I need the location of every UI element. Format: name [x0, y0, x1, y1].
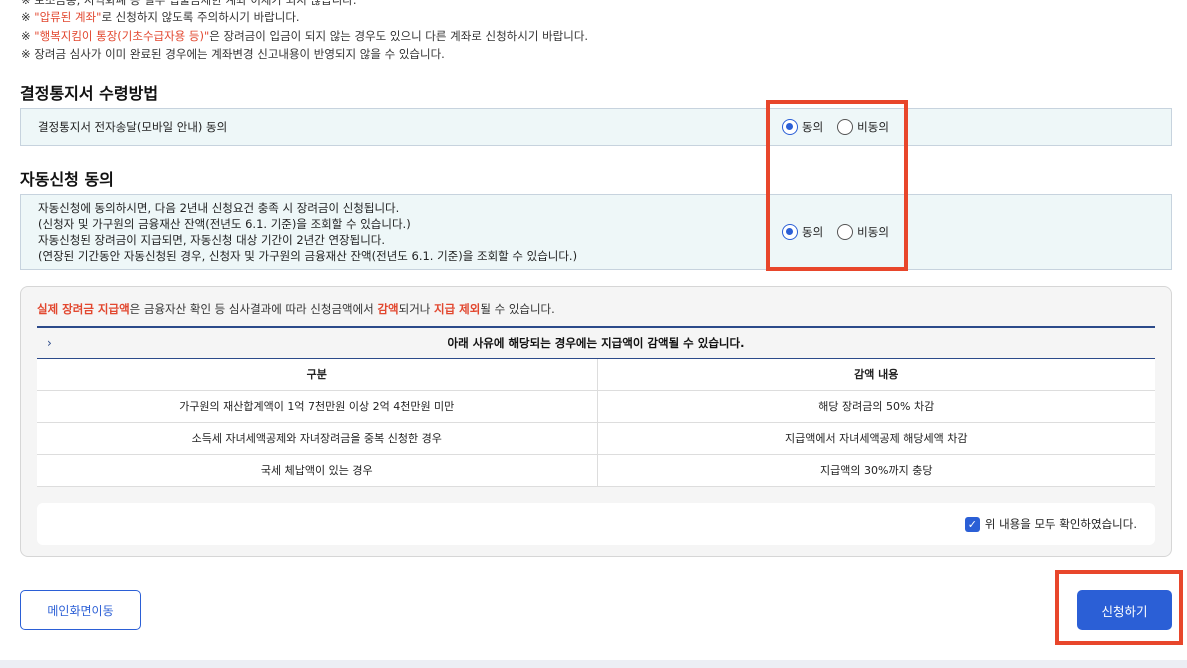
auto-desc-line: (신청자 및 가구원의 금융재산 잔액(전년도 6.1. 기준)을 조회할 수 … — [38, 217, 411, 231]
reduction-table-caption-text: 아래 사유에 해당되는 경우에는 지급액이 감액될 수 있습니다. — [447, 336, 745, 350]
table-cell-reason: 가구원의 재산합계액이 1억 7천만원 이상 2억 4천만원 미만 — [37, 390, 598, 423]
column-header-reduction: 감액 내용 — [597, 359, 1155, 391]
auto-consent-description: 자동신청에 동의하시면, 다음 2년내 신청요건 충족 시 장려금이 신청됩니다… — [21, 200, 766, 264]
table-cell-reason: 소득세 자녀세액공제와 자녀장려금을 중복 신청한 경우 — [37, 422, 598, 455]
reduction-info-heading: 실제 장려금 지급액은 금융자산 확인 등 심사결과에 따라 신청금액에서 감액… — [37, 301, 555, 317]
notice-prefix: ※ — [21, 29, 35, 43]
auto-desc-line: (연장된 기간동안 자동신청된 경우, 신청자 및 가구원의 금융재산 잔액(전… — [38, 249, 578, 263]
consent-highlight-box — [766, 100, 908, 271]
notice-line-1: ※ "압류된 계좌"로 신청하지 않도록 주의하시기 바랍니다. — [21, 9, 300, 25]
apply-highlight-box — [1055, 570, 1183, 645]
notice-text: 은 장려금이 입금이 되지 않는 경우도 있으니 다른 계좌로 신청하시기 바랍… — [209, 29, 589, 43]
reduction-info-panel: 실제 장려금 지급액은 금융자산 확인 등 심사결과에 따라 신청금액에서 감액… — [20, 286, 1172, 557]
table-row: 소득세 자녀세액공제와 자녀장려금을 중복 신청한 경우 지급액에서 자녀세액공… — [37, 422, 1155, 455]
table-cell-reason: 국세 체납액이 있는 경우 — [37, 454, 598, 487]
decision-consent-label: 결정통지서 전자송달(모바일 안내) 동의 — [38, 120, 228, 134]
confirm-box: ✓ 위 내용을 모두 확인하였습니다. — [37, 503, 1155, 545]
table-row: 국세 체납액이 있는 경우 지급액의 30%까지 충당 — [37, 454, 1155, 487]
table-header-row: 구분 감액 내용 — [37, 359, 1155, 391]
checkbox-checked-icon[interactable]: ✓ — [964, 516, 980, 532]
notice-line-2: ※ "행복지킴이 통장(기초수급자용 등)"은 장려금이 입금이 되지 않는 경… — [21, 28, 588, 44]
notice-highlight: "압류된 계좌" — [34, 10, 102, 24]
table-cell-detail: 지급액에서 자녀세액공제 해당세액 차감 — [597, 422, 1155, 455]
table-cell-detail: 지급액의 30%까지 충당 — [597, 454, 1155, 487]
reduction-table: › 아래 사유에 해당되는 경우에는 지급액이 감액될 수 있습니다. 구분 감… — [37, 326, 1155, 487]
confirm-checkbox[interactable]: ✓ 위 내용을 모두 확인하였습니다. — [964, 516, 1137, 532]
auto-consent-row: 자동신청에 동의하시면, 다음 2년내 신청요건 충족 시 장려금이 신청됩니다… — [20, 194, 1172, 270]
info-text: 은 금융자산 확인 등 심사결과에 따라 신청금액에서 — [129, 302, 378, 316]
info-highlight: 실제 장려금 지급액 — [37, 302, 130, 316]
column-header-category: 구분 — [37, 359, 598, 391]
decision-consent-row: 결정통지서 전자송달(모바일 안내) 동의 동의 비동의 — [20, 108, 1172, 146]
notice-prefix: ※ — [21, 10, 35, 24]
notice-line-0: ※ 보조금통, 지역화폐 등 일부 입출금제한 계좌 이체가 되지 않습니다. — [21, 0, 357, 7]
chevron-right-icon[interactable]: › — [47, 336, 52, 350]
auto-desc-line: 자동신청에 동의하시면, 다음 2년내 신청요건 충족 시 장려금이 신청됩니다… — [38, 201, 400, 215]
footer-strip — [0, 660, 1187, 668]
reduction-table-body: 구분 감액 내용 가구원의 재산합계액이 1억 7천만원 이상 2억 4천만원 … — [37, 359, 1155, 487]
notice-line-3: ※ 장려금 심사가 이미 완료된 경우에는 계좌변경 신고내용이 반영되지 않을… — [21, 47, 445, 61]
info-text: 되거나 — [398, 302, 435, 316]
reduction-table-caption[interactable]: › 아래 사유에 해당되는 경우에는 지급액이 감액될 수 있습니다. — [37, 326, 1155, 359]
info-text: 될 수 있습니다. — [480, 302, 555, 316]
decision-section-title: 결정통지서 수령방법 — [20, 84, 159, 103]
auto-section-title: 자동신청 동의 — [20, 170, 114, 189]
table-row: 가구원의 재산합계액이 1억 7천만원 이상 2억 4천만원 미만 해당 장려금… — [37, 390, 1155, 423]
auto-desc-line: 자동신청된 장려금이 지급되면, 자동신청 대상 기간이 2년간 연장됩니다. — [38, 233, 386, 247]
table-cell-detail: 해당 장려금의 50% 차감 — [597, 390, 1155, 423]
notice-text: 로 신청하지 않도록 주의하시기 바랍니다. — [101, 10, 300, 24]
notice-highlight: "행복지킴이 통장(기초수급자용 등)" — [34, 29, 210, 43]
info-highlight: 감액 — [377, 302, 399, 316]
info-highlight: 지급 제외 — [434, 302, 481, 316]
go-main-button[interactable]: 메인화면이동 — [20, 590, 141, 630]
confirm-label: 위 내용을 모두 확인하였습니다. — [984, 517, 1137, 531]
